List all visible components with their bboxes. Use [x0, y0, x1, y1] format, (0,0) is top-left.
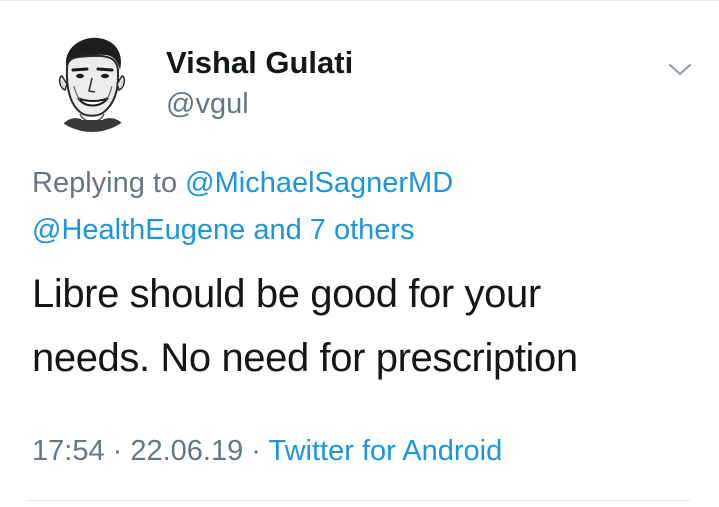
tweet-text-line: Libre should be good for your	[32, 272, 541, 316]
separator: ·	[243, 435, 269, 467]
replying-prefix: Replying to	[32, 167, 186, 199]
tweet-source-link[interactable]: Twitter for Android	[269, 435, 503, 467]
chevron-down-icon	[669, 64, 691, 75]
bottom-divider	[26, 500, 690, 501]
avatar[interactable]	[40, 28, 144, 132]
mention-link[interactable]: @MichaelSagnerMD	[185, 167, 453, 199]
tweet-card: Vishal Gulati @vgul Replying to @Michael…	[0, 0, 719, 507]
tweet-time[interactable]: 17:54	[32, 435, 105, 467]
tweet-menu-button[interactable]	[664, 54, 696, 86]
replying-to: Replying to @MichaelSagnerMD	[32, 165, 453, 201]
mention-link[interactable]: @HealthEugene	[32, 214, 245, 246]
tweet-date[interactable]: 22.06.19	[130, 435, 243, 467]
tweet-meta: 17:54 · 22.06.19 · Twitter for Android	[32, 433, 502, 469]
display-name[interactable]: Vishal Gulati	[166, 44, 353, 82]
others-link[interactable]: 7 others	[310, 214, 415, 246]
replying-to-continued: @HealthEugene and 7 others	[32, 212, 415, 248]
separator: ·	[104, 435, 131, 467]
top-divider	[0, 0, 719, 1]
reply-and: and	[245, 214, 310, 246]
tweet-text-line: needs. No need for prescription	[32, 336, 578, 380]
avatar-portrait-icon	[40, 28, 144, 132]
user-handle[interactable]: @vgul	[166, 86, 249, 122]
